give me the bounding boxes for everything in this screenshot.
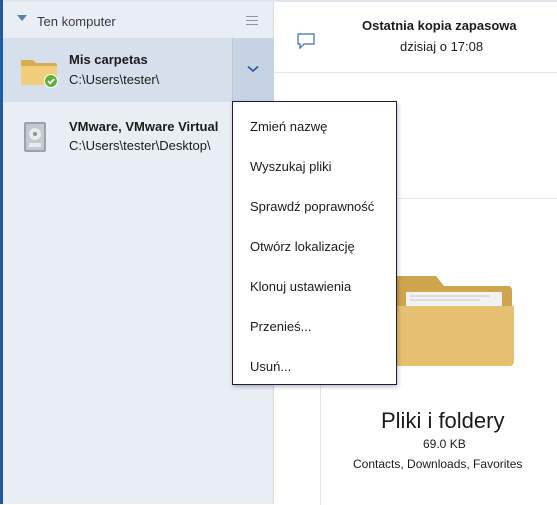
- backup-options-dropdown-button[interactable]: [232, 38, 274, 102]
- divider: [274, 72, 557, 73]
- last-backup-time: dzisiaj o 17:08: [400, 39, 484, 54]
- collapse-caret-icon[interactable]: [17, 15, 27, 21]
- menu-item-delete[interactable]: Usuń...: [250, 359, 291, 374]
- folder-icon: [394, 276, 514, 366]
- backup-source-contents: Contacts, Downloads, Favorites: [353, 457, 523, 471]
- backup-item-path: C:\Users\tester\: [69, 72, 160, 87]
- sidebar-title: Ten komputer: [37, 14, 116, 29]
- backup-item-mis-carpetas[interactable]: Mis carpetas C:\Users\tester\: [3, 38, 274, 102]
- backup-item-name: Mis carpetas: [69, 52, 148, 67]
- backup-source-title: Pliki i foldery: [381, 408, 505, 433]
- comment-icon[interactable]: [296, 32, 316, 50]
- backup-item-name: VMware, VMware Virtual: [69, 119, 219, 134]
- chevron-down-icon: [247, 65, 259, 73]
- sidebar-menu-icon[interactable]: [246, 16, 258, 28]
- last-backup-label: Ostatnia kopia zapasowa: [362, 18, 517, 33]
- menu-item-validate[interactable]: Sprawdź poprawność: [250, 199, 374, 214]
- menu-item-move[interactable]: Przenieś...: [250, 319, 311, 334]
- menu-item-clone-settings[interactable]: Klonuj ustawienia: [250, 279, 351, 294]
- menu-item-open-location[interactable]: Otwórz lokalizację: [250, 239, 355, 254]
- backup-item-path: C:\Users\tester\Desktop\: [69, 138, 211, 153]
- hard-disk-icon: [24, 122, 46, 152]
- backup-source-size: 69.0 KB: [423, 437, 466, 451]
- success-check-icon: [45, 75, 57, 87]
- menu-item-search-files[interactable]: Wyszukaj pliki: [250, 159, 332, 174]
- menu-item-rename[interactable]: Zmień nazwę: [250, 119, 327, 134]
- context-menu: Zmień nazwę Wyszukaj pliki Sprawdź popra…: [232, 101, 397, 385]
- folder-icon: [21, 60, 58, 88]
- sidebar-header[interactable]: Ten komputer: [3, 2, 273, 38]
